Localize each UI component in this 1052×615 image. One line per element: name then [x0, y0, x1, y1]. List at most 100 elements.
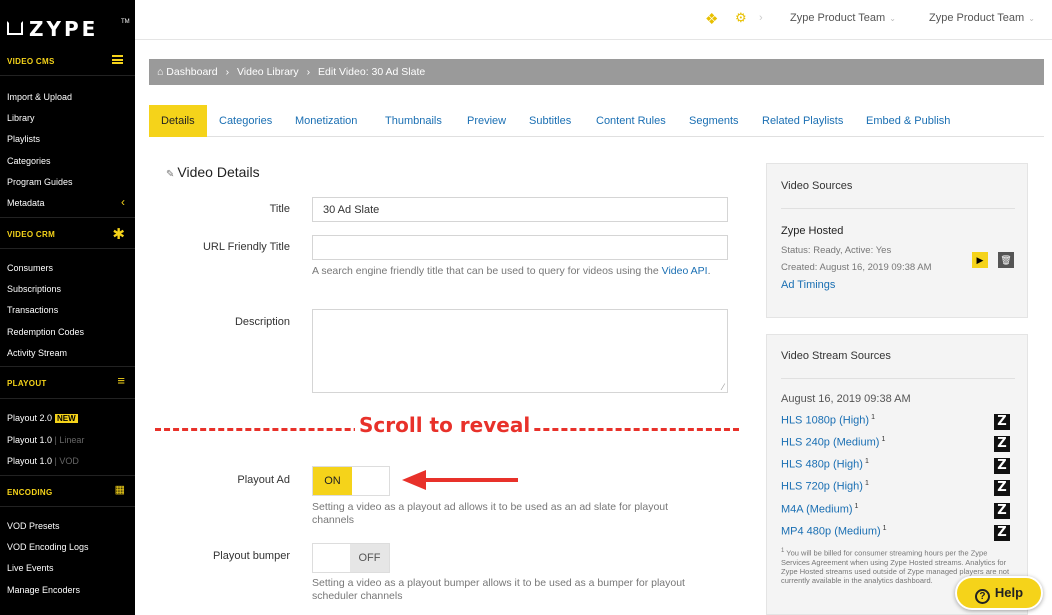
sidebar-item-playout-1-vod[interactable]: Playout 1.0 | VOD — [7, 456, 79, 466]
divider — [0, 398, 135, 399]
sidebar-item-metadata[interactable]: Metadata — [7, 198, 45, 208]
tab-bar: Details Categories Monetization Thumbnai… — [149, 105, 1044, 137]
sidebar-item-live-events[interactable]: Live Events — [7, 563, 54, 573]
tab-categories[interactable]: Categories — [207, 105, 284, 137]
sidebar-heading-video-cms: VIDEO CMS — [7, 57, 55, 66]
sidebar-item-subscriptions[interactable]: Subscriptions — [7, 284, 61, 294]
playout-ad-label: Playout Ad — [237, 474, 290, 486]
help-button[interactable]: ? Help — [955, 576, 1043, 610]
stream-date: August 16, 2019 09:38 AM — [781, 393, 911, 405]
stream-link-hls-240p[interactable]: HLS 240p (Medium) 1 — [781, 436, 885, 449]
stream-sources-panel: Video Stream Sources August 16, 2019 09:… — [766, 334, 1028, 615]
stream-link-mp4-480p[interactable]: MP4 480p (Medium) 1 — [781, 525, 887, 538]
source-name: Zype Hosted — [781, 225, 844, 237]
url-help-text: A search engine friendly title that can … — [312, 265, 711, 277]
team-switcher-1[interactable]: Zype Product Team ⌄ — [790, 12, 896, 24]
sidebar-item-categories[interactable]: Categories — [7, 156, 51, 166]
top-bar: ❖ ⚙ › Zype Product Team ⌄ Zype Product Te… — [135, 0, 1052, 40]
video-sources-title: Video Sources — [781, 180, 853, 192]
tab-subtitles[interactable]: Subtitles — [517, 105, 583, 137]
home-icon: ⌂ — [157, 66, 164, 78]
toggle-on-state: ON — [313, 467, 352, 495]
playout-bumper-toggle[interactable]: OFF — [312, 543, 390, 573]
breadcrumb-current: Edit Video: 30 Ad Slate — [318, 66, 426, 78]
toggle-off-state: OFF — [350, 544, 389, 572]
sidebar-item-vod-presets[interactable]: VOD Presets — [7, 521, 60, 531]
zype-z-icon: Z — [994, 436, 1010, 452]
playout-lines-icon: ≡ — [117, 373, 125, 388]
url-friendly-title-input[interactable] — [312, 235, 728, 260]
description-textarea[interactable] — [312, 309, 728, 393]
team-switcher-2[interactable]: Zype Product Team ⌄ — [929, 12, 1035, 24]
sidebar: ZYPE TM VIDEO CMS Import & Upload Librar… — [0, 0, 135, 615]
sidebar-item-playout-1-linear[interactable]: Playout 1.0 | Linear — [7, 435, 84, 445]
sidebar-item-manage-encoders[interactable]: Manage Encoders — [7, 585, 80, 595]
sidebar-item-transactions[interactable]: Transactions — [7, 305, 58, 315]
playout-bumper-help: Setting a video as a playout bumper allo… — [312, 577, 685, 602]
source-created: Created: August 16, 2019 09:38 AM — [781, 262, 932, 273]
sidebar-item-program-guides[interactable]: Program Guides — [7, 177, 73, 187]
scroll-annotation-text: Scroll to reveal — [355, 413, 535, 437]
delete-icon[interactable]: 🗑 — [998, 252, 1014, 268]
zype-z-icon: Z — [994, 503, 1010, 519]
sidebar-item-import-upload[interactable]: Import & Upload — [7, 92, 72, 102]
ad-timings-link[interactable]: Ad Timings — [781, 279, 835, 291]
zype-z-icon: Z — [994, 525, 1010, 541]
tab-segments[interactable]: Segments — [677, 105, 751, 137]
tab-content-rules[interactable]: Content Rules — [584, 105, 678, 137]
sidebar-heading-video-crm: VIDEO CRM — [7, 230, 56, 239]
sidebar-item-vod-encoding-logs[interactable]: VOD Encoding Logs — [7, 542, 89, 552]
title-input[interactable] — [312, 197, 728, 222]
play-button[interactable]: ▶ — [972, 252, 988, 268]
stream-link-hls-480p[interactable]: HLS 480p (High) 1 — [781, 458, 869, 471]
sidebar-item-activity-stream[interactable]: Activity Stream — [7, 348, 67, 358]
logo-mark-icon — [7, 21, 23, 35]
edit-icon: ✎ — [166, 169, 175, 180]
playout-ad-toggle[interactable]: ON — [312, 466, 390, 496]
stream-sources-title: Video Stream Sources — [781, 350, 891, 362]
url-friendly-title-label: URL Friendly Title — [202, 241, 290, 253]
section-title: ✎ Video Details — [166, 164, 260, 180]
zype-z-icon: Z — [994, 458, 1010, 474]
tab-details[interactable]: Details — [149, 105, 207, 137]
breadcrumb-video-library[interactable]: Video Library — [237, 66, 299, 78]
sidebar-heading-encoding: ENCODING — [7, 488, 53, 497]
question-icon: ? — [974, 589, 990, 604]
sidebar-item-library[interactable]: Library — [7, 113, 35, 123]
divider — [0, 75, 135, 76]
sidebar-item-playout-2[interactable]: Playout 2.0 NEW — [7, 413, 78, 423]
sidebar-heading-playout: PLAYOUT — [7, 379, 47, 388]
chevron-down-icon: ⌄ — [889, 14, 896, 23]
sidebar-item-playlists[interactable]: Playlists — [7, 134, 40, 144]
tab-related-playlists[interactable]: Related Playlists — [750, 105, 855, 137]
tab-embed-publish[interactable]: Embed & Publish — [854, 105, 962, 137]
divider — [0, 506, 135, 507]
chevron-down-icon: ⌄ — [1028, 14, 1035, 23]
zype-z-icon: Z — [994, 480, 1010, 496]
settings-icon[interactable]: ⚙ — [735, 10, 747, 26]
sidebar-item-consumers[interactable]: Consumers — [7, 263, 53, 273]
sidebar-item-redemption-codes[interactable]: Redemption Codes — [7, 327, 84, 337]
video-api-link[interactable]: Video API — [662, 265, 708, 277]
title-label: Title — [269, 203, 290, 215]
stream-link-m4a[interactable]: M4A (Medium) 1 — [781, 503, 858, 516]
playout-ad-help: Setting a video as a playout ad allows i… — [312, 501, 669, 526]
playout-bumper-label: Playout bumper — [212, 550, 290, 562]
divider — [0, 366, 135, 367]
hamburger-menu-icon[interactable] — [112, 55, 123, 64]
tab-preview[interactable]: Preview — [455, 105, 518, 137]
tab-monetization[interactable]: Monetization — [283, 105, 369, 137]
arrow-left-icon — [402, 470, 518, 490]
tab-thumbnails[interactable]: Thumbnails — [373, 105, 454, 137]
video-sources-panel: Video Sources Zype Hosted ▶ 🗑 Status: Re… — [766, 163, 1028, 318]
zype-logo[interactable]: ZYPE TM — [7, 17, 130, 41]
stream-link-hls-720p[interactable]: HLS 720p (High) 1 — [781, 480, 869, 493]
stream-link-hls-1080p[interactable]: HLS 1080p (High) 1 — [781, 414, 875, 427]
breadcrumb-dashboard[interactable]: Dashboard — [166, 66, 217, 78]
divider — [0, 217, 135, 218]
layers-icon[interactable]: ❖ — [705, 10, 718, 28]
new-badge: NEW — [55, 414, 78, 423]
breadcrumb: ⌂ Dashboard › Video Library › Edit Video… — [149, 59, 1044, 85]
description-label: Description — [234, 316, 290, 328]
zype-z-icon: Z — [994, 414, 1010, 430]
